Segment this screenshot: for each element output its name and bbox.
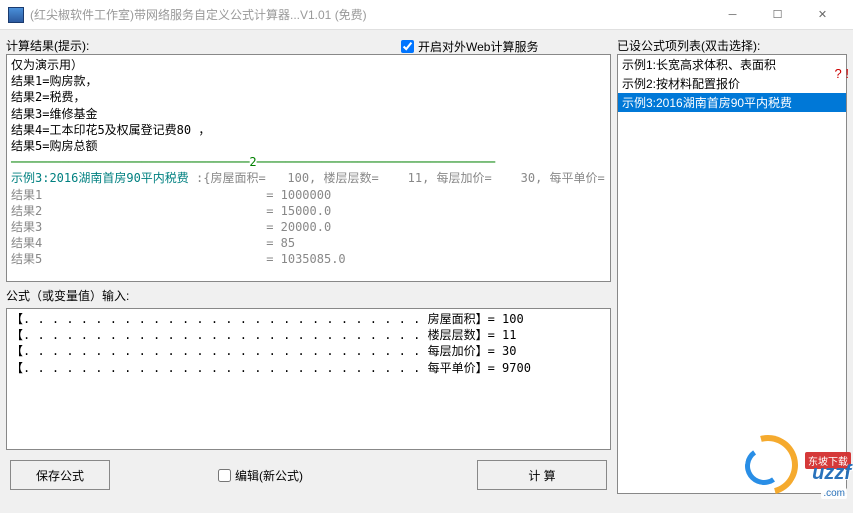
maximize-button[interactable]: ☐ — [755, 1, 800, 29]
result-5: 结果5 = 1035085.0 — [11, 252, 346, 266]
webservice-checkbox-row: 开启对外Web计算服务 — [401, 38, 538, 55]
result-3: 结果3 = 20000.0 — [11, 220, 331, 234]
formula-list[interactable]: 示例1:长宽高求体积、表面积 示例2:按材料配置报价 示例3:2016湖南首房9… — [617, 54, 847, 494]
calculate-button[interactable]: 计 算 — [477, 460, 607, 490]
example-title: 示例3:2016湖南首房90平内税费 — [11, 171, 189, 185]
button-row: 保存公式 编辑(新公式) 计 算 — [6, 460, 611, 490]
webservice-label: 开启对外Web计算服务 — [418, 38, 538, 55]
result-1: 结果1 = 1000000 — [11, 188, 331, 202]
edit-checkbox[interactable] — [218, 469, 231, 482]
save-button[interactable]: 保存公式 — [10, 460, 110, 490]
result-2: 结果2 = 15000.0 — [11, 204, 331, 218]
list-item[interactable]: 示例1:长宽高求体积、表面积 — [618, 55, 846, 74]
list-item[interactable]: 示例3:2016湖南首房90平内税费 — [618, 93, 846, 112]
formula-input[interactable]: 【. . . . . . . . . . . . . . . . . . . .… — [6, 308, 611, 450]
results-hint: 仅为演示用） 结果1=购房款， 结果2=税费， 结果3=维修基金 结果4=工本印… — [11, 58, 210, 153]
formula-input-text: 【. . . . . . . . . . . . . . . . . . . .… — [11, 312, 531, 375]
minimize-button[interactable]: ─ — [710, 1, 755, 29]
help-icon[interactable]: ? ! — [835, 66, 849, 81]
list-item[interactable]: 示例2:按材料配置报价 — [618, 74, 846, 93]
separator-line: ─────────────────────────────────2──────… — [11, 155, 495, 169]
results-textbox[interactable]: 仅为演示用） 结果1=购房款， 结果2=税费， 结果3=维修基金 结果4=工本印… — [6, 54, 611, 282]
example-params: :{房屋面积= 100, 楼层层数= 11, 每层加价= 30, 每平单价= 9… — [189, 171, 611, 185]
results-label: 计算结果(提示): — [6, 37, 89, 54]
result-4: 结果4 = 85 — [11, 236, 295, 250]
list-label: 已设公式项列表(双击选择): — [617, 37, 760, 54]
webservice-checkbox[interactable] — [401, 40, 414, 53]
close-button[interactable]: ✕ — [800, 1, 845, 29]
input-label: 公式（或变量值）输入: — [6, 287, 129, 304]
titlebar: (红尖椒软件工作室)带网络服务自定义公式计算器...V1.01 (免费) ─ ☐… — [0, 0, 853, 30]
app-icon — [8, 7, 24, 23]
window-title: (红尖椒软件工作室)带网络服务自定义公式计算器...V1.01 (免费) — [30, 6, 710, 23]
window-controls: ─ ☐ ✕ — [710, 1, 845, 29]
edit-label: 编辑(新公式) — [235, 467, 303, 484]
